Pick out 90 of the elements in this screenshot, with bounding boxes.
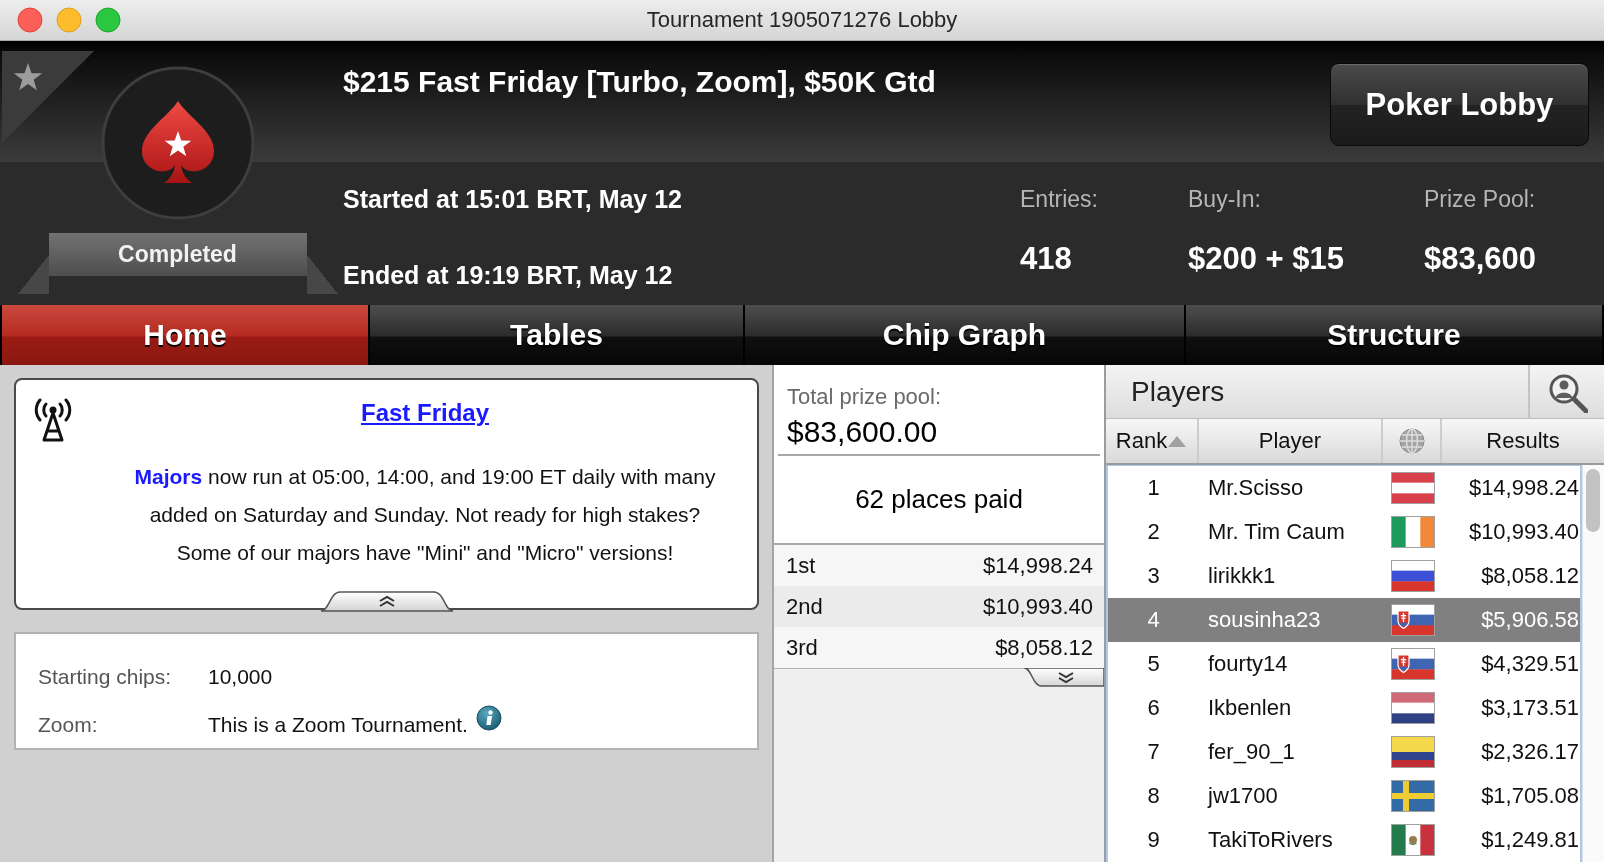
stat-label: Entries: xyxy=(1020,185,1098,214)
player-cell-text: Mr. Tim Caum xyxy=(1207,519,1346,545)
tournament-title: $215 Fast Friday [Turbo, Zoom], $50K Gtd xyxy=(343,64,936,100)
flag-icon xyxy=(1390,604,1435,636)
prize-pool-amount: $83,600.00 xyxy=(787,414,939,450)
scrollbar-thumb[interactable] xyxy=(1586,469,1600,532)
payout-amount: $8,058.12 xyxy=(995,634,1093,661)
detail-label: Starting chips: xyxy=(38,665,173,689)
info-icon[interactable] xyxy=(475,705,502,731)
flag-icon xyxy=(1390,736,1435,768)
players-title: Players xyxy=(1130,375,1226,408)
payout-place: 1st xyxy=(786,552,816,579)
rank-cell-text: 9 xyxy=(1146,827,1161,853)
results-cell-text: $2,326.17 xyxy=(1480,739,1580,765)
announcement-title-link[interactable]: Fast Friday xyxy=(360,398,489,428)
star-icon[interactable] xyxy=(2,51,94,143)
flag-icon xyxy=(1390,780,1435,812)
player-cell-text: sousinha23 xyxy=(1207,607,1322,633)
stat-label: Prize Pool: xyxy=(1424,185,1536,214)
rank-cell-text: 1 xyxy=(1146,475,1161,501)
announcement-text: Majors now run at 05:00, 14:00, and 19:00 ET daily with many added on Saturday and Sunday. Not ready for high stakes? Some of our majors have "Mini" and "Micro" versions! xyxy=(133,464,717,566)
end-time: Ended at 19:19 BRT, May 12 xyxy=(343,260,673,290)
rank-cell-text: 8 xyxy=(1146,783,1161,809)
detail-value: This is a Zoom Tournament. xyxy=(208,713,468,737)
tab[interactable]: Structure xyxy=(1186,305,1602,365)
flag-icon xyxy=(1390,824,1435,856)
rank-cell-text: 3 xyxy=(1146,563,1161,589)
globe-icon xyxy=(1397,427,1426,455)
rank-cell-text: 7 xyxy=(1146,739,1161,765)
stat-value: 418 xyxy=(1020,240,1072,278)
detail-label: Zoom: xyxy=(38,713,99,737)
detail-value: 10,000 xyxy=(208,665,273,689)
flag-icon xyxy=(1390,648,1435,680)
window-title: Tournament 1905071276 Lobby xyxy=(646,7,958,33)
announcement-link[interactable]: Majors xyxy=(134,465,203,488)
player-cell-text: lirikkk1 xyxy=(1207,563,1277,589)
tab[interactable]: Chip Graph xyxy=(745,305,1184,365)
table-row[interactable]: 3 lirikkk1 $8,058.12 xyxy=(1108,554,1580,598)
chevrons-down-icon[interactable] xyxy=(1023,668,1104,688)
results-cell-text: $1,249.81 xyxy=(1480,827,1580,853)
antenna-icon xyxy=(32,398,74,442)
table-row[interactable]: 2 Mr. Tim Caum $10,993.40 xyxy=(1108,510,1580,554)
chevrons-up-icon[interactable] xyxy=(319,590,454,612)
payout-place: 3rd xyxy=(786,634,818,661)
tab[interactable]: Tables xyxy=(370,305,743,365)
rank-cell-text: 5 xyxy=(1146,651,1161,677)
column-header[interactable]: Rank xyxy=(1106,419,1199,463)
payout-place: 2nd xyxy=(786,593,823,620)
table-row[interactable]: 6 Ikbenlen $3,173.51 xyxy=(1108,686,1580,730)
player-cell-text: jw1700 xyxy=(1206,783,1279,809)
payout-amount: $14,998.24 xyxy=(982,552,1093,579)
column-header[interactable]: Results xyxy=(1442,419,1604,463)
results-cell-text: $8,058.12 xyxy=(1480,563,1580,589)
rank-cell-text: 6 xyxy=(1146,695,1161,721)
table-row[interactable]: 8 jw1700 $1,705.08 xyxy=(1108,774,1580,818)
table-row[interactable]: 1 Mr.Scisso $14,998.24 xyxy=(1108,466,1580,510)
status-badge: Completed xyxy=(17,233,338,294)
close-icon[interactable] xyxy=(17,7,43,33)
prize-pool-label: Total prize pool: xyxy=(787,383,943,411)
flag-icon xyxy=(1390,516,1435,548)
rank-cell-text: 2 xyxy=(1146,519,1161,545)
player-cell-text: TakiToRivers xyxy=(1207,827,1334,853)
table-row[interactable]: 5 fourty14 $4,329.51 xyxy=(1108,642,1580,686)
results-cell-text: $3,173.51 xyxy=(1480,695,1580,721)
tab[interactable]: Home xyxy=(2,305,368,365)
player-cell-text: Ikbenlen xyxy=(1207,695,1293,721)
poker-lobby-button[interactable]: Poker Lobby xyxy=(1330,63,1589,146)
sort-arrow-icon xyxy=(1167,434,1188,448)
player-cell-text: fer_90_1 xyxy=(1207,739,1296,765)
results-cell-text: $14,998.24 xyxy=(1467,475,1580,501)
start-time: Started at 15:01 BRT, May 12 xyxy=(343,184,683,214)
stat-label: Buy-In: xyxy=(1188,185,1261,214)
flag-icon xyxy=(1390,472,1435,504)
flag-icon xyxy=(1390,692,1435,724)
table-row[interactable]: 9 TakiToRivers $1,249.81 xyxy=(1108,818,1580,862)
rank-cell-text: 4 xyxy=(1146,607,1161,633)
stat-value: $200 + $15 xyxy=(1188,240,1344,278)
flag-icon xyxy=(1390,560,1435,592)
results-cell-text: $10,993.40 xyxy=(1467,519,1580,545)
column-header[interactable]: Player xyxy=(1199,419,1383,463)
table-row[interactable]: 4 sousinha23 $5,906.58 xyxy=(1108,598,1580,642)
payout-amount: $10,993.40 xyxy=(982,593,1093,620)
player-cell-text: fourty14 xyxy=(1207,651,1289,677)
results-cell-text: $4,329.51 xyxy=(1480,651,1580,677)
results-cell-text: $5,906.58 xyxy=(1480,607,1580,633)
stat-value: $83,600 xyxy=(1424,240,1537,278)
results-cell-text: $1,705.08 xyxy=(1480,783,1580,809)
maximize-icon[interactable] xyxy=(95,7,121,33)
table-row[interactable]: 7 fer_90_1 $2,326.17 xyxy=(1108,730,1580,774)
player-cell-text: Mr.Scisso xyxy=(1207,475,1305,501)
